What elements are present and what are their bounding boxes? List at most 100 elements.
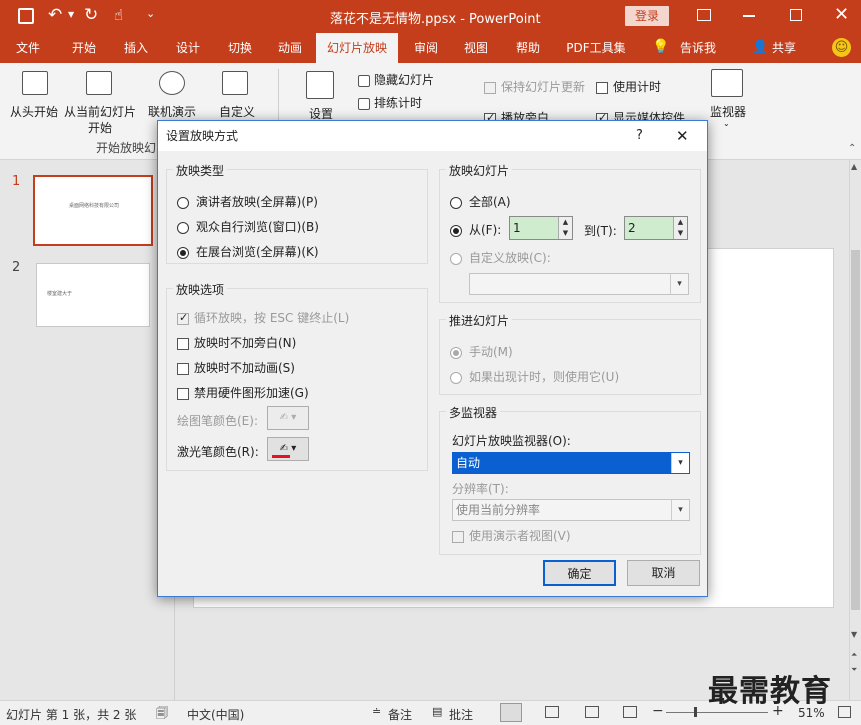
from-start-button[interactable]: 从头开始 xyxy=(4,71,62,133)
radio-use-timings: 如果出现计时，则使用它(U) xyxy=(450,368,619,385)
radio-circle xyxy=(450,196,462,209)
group-title: 推进幻灯片 xyxy=(446,312,513,329)
pen-color-button: ✍ ▾ xyxy=(267,406,309,430)
checkbox-box xyxy=(596,81,608,94)
spin-down-icon[interactable]: ▼ xyxy=(558,228,572,239)
slide-thumbnail-selected-frame[interactable]: 桌面网络科技有限公司 xyxy=(33,175,153,246)
slide-number: 2 xyxy=(12,260,21,275)
scroll-down-icon[interactable]: ▼ xyxy=(851,630,857,639)
to-slide-spinner[interactable]: 2 ▲ ▼ xyxy=(624,216,688,240)
tab-file[interactable]: 文件 xyxy=(0,33,56,63)
from-slide-spinner[interactable]: 1 ▲ ▼ xyxy=(509,216,573,240)
spellcheck-icon[interactable]: 🗐 xyxy=(156,704,168,725)
redo-icon[interactable]: ↻ xyxy=(84,5,98,25)
group-title: 放映类型 xyxy=(173,162,228,179)
tab-design[interactable]: 设计 xyxy=(164,33,212,63)
notes-button[interactable]: 备注 xyxy=(388,706,412,723)
share-button[interactable]: 共享 xyxy=(764,33,804,63)
slideshow-view-icon[interactable] xyxy=(623,706,637,718)
radio-browsed-individual[interactable]: 观众自行浏览(窗口)(B) xyxy=(177,218,319,235)
no-narration-checkbox[interactable]: 放映时不加旁白(N) xyxy=(177,334,296,351)
notes-icon: ≐ xyxy=(372,705,382,718)
radio-from-slide[interactable]: 从(F): xyxy=(450,221,501,238)
group-title: 放映选项 xyxy=(173,281,228,298)
undo-icon[interactable]: ↶ xyxy=(48,5,62,25)
vertical-scrollbar[interactable]: ▲ ▼ ⏶ ⏷ xyxy=(849,160,861,700)
slideshow-monitor-select[interactable]: 自动 ▾ xyxy=(452,452,690,474)
custom-show-select: ▾ xyxy=(469,273,689,295)
ribbon-display-icon[interactable] xyxy=(697,9,711,21)
hide-slide-button[interactable]: 隐藏幻灯片 xyxy=(358,71,434,88)
help-button[interactable]: ? xyxy=(636,121,643,151)
spin-up-icon[interactable]: ▲ xyxy=(673,217,687,228)
collapse-ribbon-icon[interactable]: ⌃ xyxy=(848,143,856,154)
comments-button[interactable]: 批注 xyxy=(449,706,473,723)
chevron-down-icon[interactable]: ▼ xyxy=(68,10,74,19)
slide-thumbnail[interactable]: 楼室建大于 xyxy=(36,263,150,327)
slide-thumbnails-pane: 1 桌面网络科技有限公司 2 楼室建大于 xyxy=(0,160,175,700)
reading-view-icon[interactable] xyxy=(585,706,599,718)
chevron-down-icon: ⌄ xyxy=(723,119,730,128)
chevron-down-icon[interactable]: ▾ xyxy=(671,453,689,473)
tab-home[interactable]: 开始 xyxy=(60,33,108,63)
keep-updated-checkbox[interactable]: 保持幻灯片更新 xyxy=(484,78,585,95)
hide-slide-icon xyxy=(358,74,370,87)
pen-color-label: 绘图笔颜色(E): xyxy=(177,414,258,428)
disable-hw-accel-checkbox[interactable]: 禁用硬件图形加速(G) xyxy=(177,384,309,401)
close-icon[interactable]: ✕ xyxy=(676,121,689,151)
from-current-button[interactable]: 从当前幻灯片 开始 xyxy=(62,71,138,135)
radio-circle xyxy=(450,346,462,359)
chevron-down-icon: ▾ xyxy=(671,500,689,520)
login-button[interactable]: 登录 xyxy=(625,6,669,26)
maximize-icon[interactable] xyxy=(790,9,802,21)
smiley-icon[interactable]: ☺ xyxy=(832,38,851,57)
radio-presenter[interactable]: 演讲者放映(全屏幕)(P) xyxy=(177,193,318,210)
use-timings-checkbox[interactable]: 使用计时 xyxy=(596,78,661,95)
zoom-slider[interactable] xyxy=(666,707,768,717)
radio-circle xyxy=(177,196,189,209)
radio-circle xyxy=(450,371,462,384)
radio-circle xyxy=(450,224,462,237)
lightbulb-icon: 💡 xyxy=(652,39,670,55)
fit-to-window-icon[interactable] xyxy=(838,706,851,718)
laser-color-label: 激光笔颜色(R): xyxy=(177,445,259,459)
tab-animations[interactable]: 动画 xyxy=(266,33,314,63)
radio-kiosk[interactable]: 在展台浏览(全屏幕)(K) xyxy=(177,243,319,260)
zoom-slider-thumb[interactable] xyxy=(694,707,697,717)
ok-button[interactable]: 确定 xyxy=(543,560,616,586)
spin-down-icon[interactable]: ▼ xyxy=(673,228,687,239)
customize-qat-icon[interactable]: ⌄ xyxy=(146,7,155,20)
tab-pdf-tools[interactable]: PDF工具集 xyxy=(558,33,634,63)
spin-up-icon[interactable]: ▲ xyxy=(558,217,572,228)
pen-icon: ✍ xyxy=(279,412,289,423)
rehearse-button[interactable]: 排练计时 xyxy=(358,94,422,111)
close-icon[interactable]: ✕ xyxy=(834,4,849,25)
tab-insert[interactable]: 插入 xyxy=(112,33,160,63)
monitor-button[interactable]: 监视器 ⌄ xyxy=(706,67,750,133)
save-icon[interactable] xyxy=(18,8,34,24)
tab-slideshow[interactable]: 幻灯片放映 xyxy=(316,33,398,63)
touch-mode-icon[interactable]: ☝ xyxy=(114,6,123,24)
minimize-icon[interactable] xyxy=(743,15,755,17)
tab-help[interactable]: 帮助 xyxy=(504,33,552,63)
checkbox-box xyxy=(177,337,189,350)
group-title: 多监视器 xyxy=(446,404,501,421)
presenter-view-checkbox: 使用演示者视图(V) xyxy=(452,527,571,544)
cancel-button[interactable]: 取消 xyxy=(627,560,700,586)
prev-slide-icon[interactable]: ⏶ xyxy=(851,650,857,660)
tab-transitions[interactable]: 切换 xyxy=(216,33,264,63)
zoom-out-icon[interactable]: − xyxy=(652,703,664,719)
normal-view-icon[interactable] xyxy=(500,703,522,722)
laser-color-button[interactable]: ✍ ▾ xyxy=(267,437,309,461)
tab-view[interactable]: 视图 xyxy=(452,33,500,63)
tab-review[interactable]: 审阅 xyxy=(402,33,450,63)
next-slide-icon[interactable]: ⏷ xyxy=(851,665,857,675)
radio-all-slides[interactable]: 全部(A) xyxy=(450,193,511,210)
slide-sorter-icon[interactable] xyxy=(545,706,559,718)
scroll-thumb[interactable] xyxy=(851,250,860,610)
scroll-up-icon[interactable]: ▲ xyxy=(851,162,857,171)
tell-me-search[interactable]: 告诉我 xyxy=(674,33,722,63)
language-indicator[interactable]: 中文(中国) xyxy=(187,706,244,723)
setup-show-dialog: 设置放映方式 ? ✕ 放映类型 演讲者放映(全屏幕)(P) 观众自行浏览(窗口)… xyxy=(157,120,708,597)
no-animation-checkbox[interactable]: 放映时不加动画(S) xyxy=(177,359,295,376)
